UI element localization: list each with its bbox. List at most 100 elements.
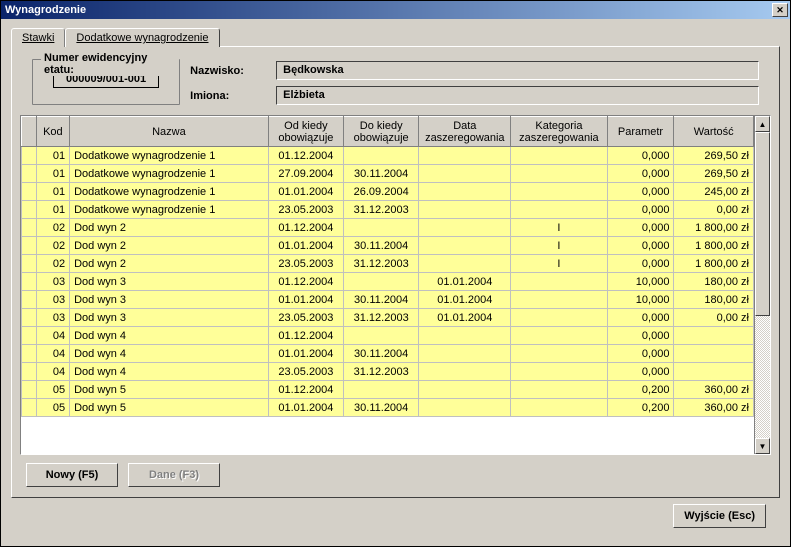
nazwisko-field[interactable]: Będkowska <box>276 61 759 80</box>
cell: 0,000 <box>607 237 674 255</box>
cell: 31.12.2003 <box>344 363 419 381</box>
scroll-track[interactable] <box>755 132 770 438</box>
table-row[interactable]: 03Dod wyn 301.01.200430.11.200401.01.200… <box>22 291 754 309</box>
cell: 0,000 <box>607 309 674 327</box>
scroll-thumb[interactable] <box>755 132 770 316</box>
table-row[interactable]: 02Dod wyn 223.05.200331.12.2003I0,0001 8… <box>22 255 754 273</box>
cell: 03 <box>36 291 69 309</box>
tab-stawki[interactable]: Stawki <box>11 28 65 47</box>
cell <box>22 345 37 363</box>
table-row[interactable]: 01Dodatkowe wynagrodzenie 123.05.200331.… <box>22 201 754 219</box>
cell: 1 800,00 zł <box>674 219 754 237</box>
cell: 23.05.2003 <box>268 255 343 273</box>
cell <box>344 273 419 291</box>
numer-label: Numer ewidencyjny etatu: <box>41 52 179 76</box>
imiona-field[interactable]: Elżbieta <box>276 86 759 105</box>
cell: 01.01.2004 <box>419 291 511 309</box>
cell <box>674 345 754 363</box>
table-row[interactable]: 01Dodatkowe wynagrodzenie 101.12.20040,0… <box>22 147 754 165</box>
cell: 180,00 zł <box>674 291 754 309</box>
table-row[interactable]: 04Dod wyn 401.12.20040,000 <box>22 327 754 345</box>
cell: Dodatkowe wynagrodzenie 1 <box>70 165 269 183</box>
cell: 01 <box>36 147 69 165</box>
cell <box>419 147 511 165</box>
tab-panel: Numer ewidencyjny etatu: 000009/001-001 … <box>11 46 780 498</box>
cell: I <box>511 255 607 273</box>
cell <box>511 165 607 183</box>
table-row[interactable]: 01Dodatkowe wynagrodzenie 127.09.200430.… <box>22 165 754 183</box>
cell: 0,000 <box>607 255 674 273</box>
cell <box>22 363 37 381</box>
cell <box>22 399 37 417</box>
cell <box>344 219 419 237</box>
cell: 02 <box>36 237 69 255</box>
cell: Dod wyn 3 <box>70 273 269 291</box>
cell <box>22 273 37 291</box>
table-row[interactable]: 03Dod wyn 301.12.200401.01.200410,000180… <box>22 273 754 291</box>
name-form: Nazwisko: Będkowska Imiona: Elżbieta <box>190 59 759 105</box>
table-row[interactable]: 02Dod wyn 201.12.2004I0,0001 800,00 zł <box>22 219 754 237</box>
col-od[interactable]: Od kiedy obowiązuje <box>268 117 343 147</box>
cell: Dod wyn 2 <box>70 237 269 255</box>
cell: 10,000 <box>607 273 674 291</box>
nowy-button[interactable]: Nowy (F5) <box>26 463 118 487</box>
cell <box>511 309 607 327</box>
cell <box>511 183 607 201</box>
cell <box>22 183 37 201</box>
cell: 180,00 zł <box>674 273 754 291</box>
cell: 0,00 zł <box>674 309 754 327</box>
cell: 01.12.2004 <box>268 147 343 165</box>
vertical-scrollbar[interactable]: ▲ ▼ <box>754 116 770 454</box>
col-do[interactable]: Do kiedy obowiązuje <box>344 117 419 147</box>
table-row[interactable]: 04Dod wyn 423.05.200331.12.20030,000 <box>22 363 754 381</box>
data-grid[interactable]: Kod Nazwa Od kiedy obowiązuje Do kiedy o… <box>21 116 754 454</box>
scroll-down-button[interactable]: ▼ <box>755 438 770 454</box>
cell: 23.05.2003 <box>268 363 343 381</box>
cell: 05 <box>36 399 69 417</box>
table-row[interactable]: 04Dod wyn 401.01.200430.11.20040,000 <box>22 345 754 363</box>
scroll-up-button[interactable]: ▲ <box>755 116 770 132</box>
cell: 01.01.2004 <box>419 309 511 327</box>
cell: Dodatkowe wynagrodzenie 1 <box>70 201 269 219</box>
header-row: Kod Nazwa Od kiedy obowiązuje Do kiedy o… <box>22 117 754 147</box>
cell: I <box>511 219 607 237</box>
cell <box>674 327 754 345</box>
cell: 0,000 <box>607 327 674 345</box>
cell: 30.11.2004 <box>344 165 419 183</box>
table-row[interactable]: 05Dod wyn 501.01.200430.11.20040,200360,… <box>22 399 754 417</box>
cell: 23.05.2003 <box>268 309 343 327</box>
cell: Dod wyn 5 <box>70 399 269 417</box>
cell: 01.01.2004 <box>268 399 343 417</box>
col-selector[interactable] <box>22 117 37 147</box>
table-row[interactable]: 03Dod wyn 323.05.200331.12.200301.01.200… <box>22 309 754 327</box>
numer-fieldset: Numer ewidencyjny etatu: 000009/001-001 <box>32 59 180 105</box>
cell: 01.12.2004 <box>268 381 343 399</box>
close-button[interactable]: ✕ <box>772 3 788 17</box>
bottom-bar: Wyjście (Esc) <box>11 498 780 538</box>
cell: Dod wyn 4 <box>70 327 269 345</box>
cell: 01.01.2004 <box>419 273 511 291</box>
cell: 31.12.2003 <box>344 255 419 273</box>
table-row[interactable]: 01Dodatkowe wynagrodzenie 101.01.200426.… <box>22 183 754 201</box>
col-kat[interactable]: Kategoria zaszeregowania <box>511 117 607 147</box>
panel-buttons: Nowy (F5) Dane (F3) <box>20 455 771 489</box>
col-wart[interactable]: Wartość <box>674 117 754 147</box>
cell <box>419 345 511 363</box>
cell <box>22 147 37 165</box>
cell: 04 <box>36 363 69 381</box>
header-form: Numer ewidencyjny etatu: 000009/001-001 … <box>20 55 771 115</box>
cell <box>22 201 37 219</box>
col-nazwa[interactable]: Nazwa <box>70 117 269 147</box>
col-data[interactable]: Data zaszeregowania <box>419 117 511 147</box>
wyjscie-button[interactable]: Wyjście (Esc) <box>673 504 766 528</box>
cell: 04 <box>36 345 69 363</box>
cell: 03 <box>36 273 69 291</box>
cell: Dod wyn 3 <box>70 309 269 327</box>
cell <box>344 327 419 345</box>
cell: 0,000 <box>607 165 674 183</box>
table-row[interactable]: 05Dod wyn 501.12.20040,200360,00 zł <box>22 381 754 399</box>
col-param[interactable]: Parametr <box>607 117 674 147</box>
tab-dodatkowe[interactable]: Dodatkowe wynagrodzenie <box>65 28 219 47</box>
table-row[interactable]: 02Dod wyn 201.01.200430.11.2004I0,0001 8… <box>22 237 754 255</box>
col-kod[interactable]: Kod <box>36 117 69 147</box>
